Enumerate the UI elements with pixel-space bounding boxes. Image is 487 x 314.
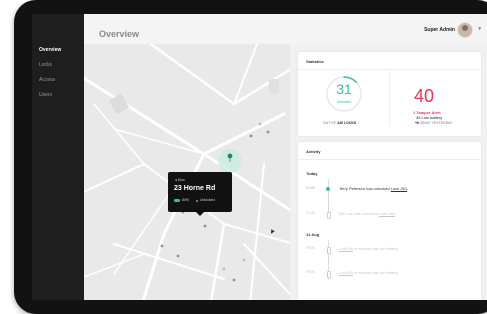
lock-battery: 80% <box>182 198 190 202</box>
battery-icon <box>326 270 331 278</box>
low-battery: 39 Low battery <box>416 115 443 120</box>
avatar[interactable] <box>457 22 473 38</box>
sidebar-item-overview[interactable]: Overview <box>39 47 61 53</box>
lock-link[interactable]: Lock 261 <box>391 186 407 191</box>
activity-item: 04:06 Terry Peterson has unlocked Lock 2… <box>298 186 481 194</box>
battery-icon <box>174 199 180 202</box>
lock-link[interactable]: Lock 98 <box>339 246 353 251</box>
sidebar-item-locks[interactable]: Locks <box>39 62 52 68</box>
lock-status: Unlocked <box>200 198 215 202</box>
locks-map[interactable]: ● Kiss 23 Horne Rd 80% Unlocked <box>84 44 290 300</box>
unlocked-dot-icon <box>326 187 330 191</box>
user-name[interactable]: Super Admin <box>424 27 455 33</box>
unlocked-label: Unlocked <box>336 100 352 104</box>
activity-time: 04:06 <box>306 186 315 190</box>
alert-count: 40 <box>414 86 435 106</box>
activity-group-today: Today <box>306 171 318 176</box>
activity-message: Lock 98 is running low on battery. <box>339 246 399 251</box>
activity-time: 04:08 <box>306 211 315 215</box>
activity-title: Activity <box>306 149 321 154</box>
sidebar-item-access[interactable]: Access <box>39 77 55 83</box>
lock-link[interactable]: Lock 261 <box>379 211 395 216</box>
activity-message: Terry Peterson has unlocked Lock 261. <box>339 186 409 191</box>
activity-group-date: 12 Aug <box>306 232 320 237</box>
statistics-card: Statistics 31 Unlocked OUT OF 240 LOCKS … <box>298 52 481 136</box>
statistics-title: Statistics <box>306 59 324 64</box>
status-dot-icon <box>196 199 198 202</box>
lock-name: ● Kiss <box>175 178 185 182</box>
activity-item: 04:08 Mei Lee has unlocked Lock 261. <box>298 211 481 219</box>
app-screen: Overview Locks Access Users Overview Sup… <box>32 14 487 300</box>
sidebar-item-users[interactable]: Users <box>39 92 52 98</box>
lock-icon <box>326 211 331 219</box>
activity-message: Mei Lee has unlocked Lock 261. <box>339 211 397 216</box>
top-header: Overview Super Admin ▾ <box>84 14 487 44</box>
activity-card: Activity Today 04:06 Terry Peterson has … <box>298 142 481 300</box>
divider <box>389 70 390 126</box>
activity-item: 09:08 Lock 98 is running low on battery. <box>298 246 481 254</box>
page-title: Overview <box>99 29 140 39</box>
battery-icon <box>326 246 331 254</box>
activity-item: 09:08 Lock 63 is running low on battery. <box>298 270 481 278</box>
since-caption: +6 SINCE YESTERDAY <box>415 121 453 125</box>
out-of-caption: OUT OF 240 LOCKS <box>323 121 357 125</box>
chevron-down-icon[interactable]: ▾ <box>478 26 481 32</box>
activity-message: Lock 63 is running low on battery. <box>339 270 399 275</box>
lock-link[interactable]: Lock 63 <box>339 270 353 275</box>
divider <box>298 159 481 160</box>
activity-time: 09:08 <box>306 246 315 250</box>
lock-address: 23 Horne Rd <box>174 185 216 192</box>
lock-popup[interactable]: ● Kiss 23 Horne Rd 80% Unlocked <box>168 172 232 216</box>
unlocked-count: 31 <box>336 81 352 97</box>
activity-time: 09:08 <box>306 270 315 274</box>
sidebar: Overview Locks Access Users <box>32 14 84 300</box>
